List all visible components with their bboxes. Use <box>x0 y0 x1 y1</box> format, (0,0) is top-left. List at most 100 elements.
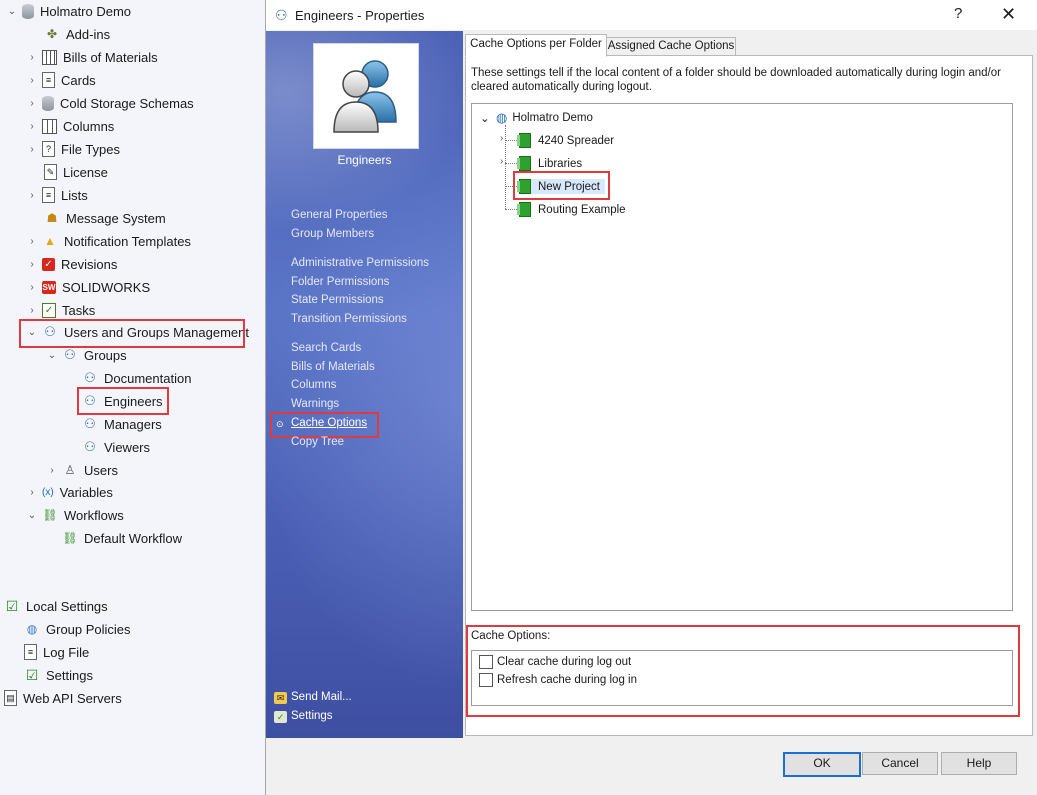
tree-item-file-types[interactable]: › ? File Types <box>26 139 120 159</box>
tree-item-default-workflow[interactable]: ⛓ Default Workflow <box>62 528 182 548</box>
dialog-nav-panel: Engineers General Properties Group Membe… <box>266 31 463 738</box>
chevron-right-icon[interactable]: › <box>26 236 38 247</box>
user-icon: ♙ <box>64 463 76 477</box>
nav-administrative-permissions[interactable]: Administrative Permissions <box>291 257 429 269</box>
tree-item-workflows[interactable]: ⌄ ⛓ Workflows <box>26 505 124 525</box>
tree-item-groups[interactable]: ⌄ ⚇ Groups <box>46 345 127 365</box>
folder-tree: ⌄ ◍ Holmatro Demo › 4240 Spreader › Libr… <box>471 103 1013 611</box>
chevron-right-icon[interactable]: › <box>26 259 38 270</box>
ok-button[interactable]: OK <box>783 752 861 777</box>
chevron-right-icon[interactable]: › <box>46 465 58 476</box>
columns-icon <box>42 118 57 134</box>
nav-copy-tree[interactable]: Copy Tree <box>291 436 344 448</box>
tree-item-revisions[interactable]: › ✓ Revisions <box>26 254 117 274</box>
message-icon: ☗ <box>46 211 58 225</box>
monitor-check-icon: ☑ <box>25 666 39 683</box>
tree-item-users[interactable]: › ♙ Users <box>46 460 118 480</box>
tree-item-managers[interactable]: ⚇ Managers <box>82 414 162 434</box>
folder-libraries[interactable]: Libraries <box>517 156 582 171</box>
nav-state-permissions[interactable]: State Permissions <box>291 294 384 306</box>
group-name-label: Engineers <box>337 153 392 167</box>
tree-item-settings[interactable]: ☑ Settings <box>24 665 93 685</box>
tree-item-columns[interactable]: › Columns <box>26 116 114 136</box>
tree-item-tasks[interactable]: › ✓ Tasks <box>26 300 95 320</box>
tree-item-cold-storage[interactable]: › Cold Storage Schemas <box>26 93 194 113</box>
close-icon[interactable]: ✕ <box>1001 4 1016 25</box>
chevron-down-icon[interactable]: ⌄ <box>26 510 38 521</box>
dialog-titlebar[interactable]: ⚇ Engineers - Properties ? ✕ <box>266 0 1037 30</box>
chevron-right-icon[interactable]: › <box>500 156 503 167</box>
chevron-right-icon[interactable]: › <box>26 282 38 293</box>
nav-search-cards[interactable]: Search Cards <box>291 342 361 354</box>
help-button[interactable]: Help <box>941 752 1017 775</box>
chevron-down-icon[interactable]: ⌄ <box>480 111 490 125</box>
nav-columns[interactable]: Columns <box>291 379 336 391</box>
tree-item-add-ins[interactable]: ✤ Add-ins <box>44 24 110 44</box>
cancel-button[interactable]: Cancel <box>862 752 938 775</box>
tree-item-log-file[interactable]: ≡ Log File <box>24 642 89 662</box>
tree-item-group-policies[interactable]: ◍ Group Policies <box>24 619 131 639</box>
nav-warnings[interactable]: Warnings <box>291 398 339 410</box>
tree-item-notification-templates[interactable]: › ▲ Notification Templates <box>26 231 191 251</box>
tree-item-documentation[interactable]: ⚇ Documentation <box>82 368 191 388</box>
refresh-cache-checkbox[interactable] <box>479 673 493 687</box>
nav-bills-of-materials[interactable]: Bills of Materials <box>291 361 375 373</box>
tree-item-message-system[interactable]: ☗ Message System <box>44 208 166 228</box>
chevron-right-icon[interactable]: › <box>26 305 38 316</box>
nav-group-members[interactable]: Group Members <box>291 228 374 240</box>
nav-general-properties[interactable]: General Properties <box>291 209 388 221</box>
chevron-right-icon[interactable]: › <box>500 133 503 144</box>
folder-icon <box>517 156 531 171</box>
list-icon: ≡ <box>42 187 55 203</box>
nav-folder-permissions[interactable]: Folder Permissions <box>291 276 389 288</box>
tab-assigned-cache-options[interactable]: Assigned Cache Options <box>606 37 736 56</box>
group-icon: ⚇ <box>84 370 96 385</box>
nav-transition-permissions[interactable]: Transition Permissions <box>291 313 407 325</box>
folder-routing-example[interactable]: Routing Example <box>517 202 626 217</box>
users-icon <box>333 60 397 133</box>
refresh-cache-option[interactable]: Refresh cache during log in <box>479 673 637 687</box>
chevron-right-icon[interactable]: › <box>26 75 38 86</box>
chevron-right-icon[interactable]: › <box>26 121 38 132</box>
nav-send-mail[interactable]: Send Mail... <box>291 691 352 703</box>
tab-cache-options-per-folder[interactable]: Cache Options per Folder <box>465 34 607 57</box>
highlight-box <box>270 412 379 438</box>
chevron-right-icon[interactable]: › <box>26 144 38 155</box>
dialog-title: Engineers - Properties <box>295 8 425 23</box>
chevron-right-icon[interactable]: › <box>26 487 38 498</box>
bell-icon: ▲ <box>44 234 56 248</box>
database-icon <box>42 95 54 111</box>
tree-item-lists[interactable]: › ≡ Lists <box>26 185 88 205</box>
clear-cache-option[interactable]: Clear cache during log out <box>479 655 631 669</box>
tree-item-local-settings[interactable]: ☑ Local Settings <box>4 596 108 616</box>
tree-item-license[interactable]: ✎ License <box>44 162 108 182</box>
chevron-down-icon[interactable]: ⌄ <box>6 6 18 17</box>
variable-icon: (x) <box>42 486 54 498</box>
tree-root[interactable]: ⌄ Holmatro Demo <box>6 1 131 21</box>
tree-item-variables[interactable]: › (x) Variables <box>26 482 113 502</box>
group-avatar <box>313 43 419 149</box>
group-icon: ⚇ <box>275 7 288 23</box>
chevron-down-icon[interactable]: ⌄ <box>46 350 58 361</box>
chevron-right-icon[interactable]: › <box>26 52 38 63</box>
tree-item-cards[interactable]: › ≡ Cards <box>26 70 96 90</box>
server-icon: ▤ <box>4 690 17 706</box>
chevron-right-icon[interactable]: › <box>26 190 38 201</box>
clear-cache-checkbox[interactable] <box>479 655 493 669</box>
nav-settings[interactable]: Settings <box>291 710 333 722</box>
help-icon[interactable]: ? <box>954 5 962 22</box>
puzzle-icon: ✤ <box>46 27 58 41</box>
card-icon: ≡ <box>42 72 55 88</box>
folder-4240-spreader[interactable]: 4240 Spreader <box>517 133 614 148</box>
settings-check-icon: ✓ <box>274 711 287 723</box>
tree-item-viewers[interactable]: ⚇ Viewers <box>82 437 150 457</box>
tree-item-web-api-servers[interactable]: ▤ Web API Servers <box>4 688 122 708</box>
tree-item-bom[interactable]: › Bills of Materials <box>26 47 158 67</box>
tree-item-solidworks[interactable]: › SW SOLIDWORKS <box>26 277 150 297</box>
folder-icon <box>517 202 531 217</box>
license-icon: ✎ <box>44 164 57 180</box>
database-icon <box>22 3 34 19</box>
folder-tree-root[interactable]: ◍ Holmatro Demo <box>496 110 593 126</box>
highlight-box <box>19 319 245 348</box>
chevron-right-icon[interactable]: › <box>26 98 38 109</box>
